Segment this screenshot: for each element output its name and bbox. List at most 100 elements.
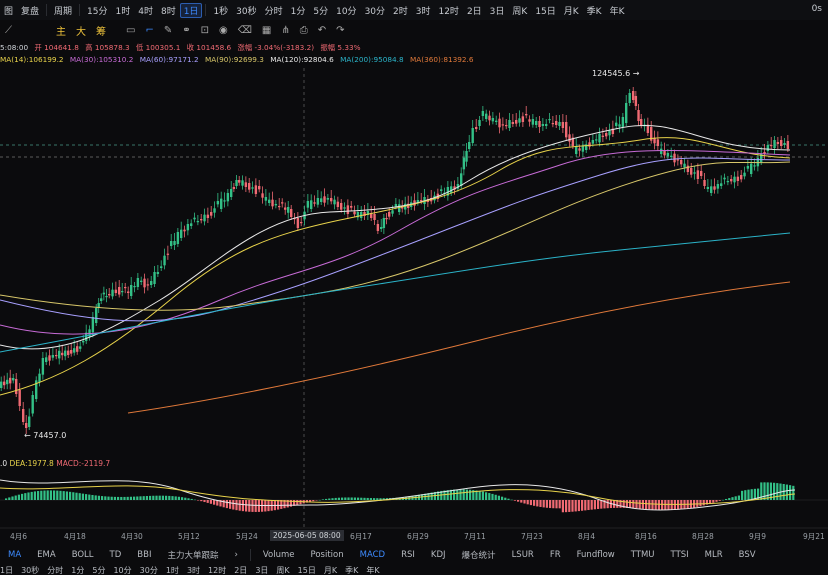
macd-bar	[501, 496, 504, 500]
candle-body	[48, 355, 51, 361]
sub-indicator-6[interactable]: LSUR	[504, 550, 542, 560]
sub-indicator-3[interactable]: RSI	[393, 550, 423, 560]
bottom-period-6[interactable]: 30分	[140, 566, 158, 575]
macd-bar	[222, 500, 225, 508]
candle-body	[551, 123, 555, 125]
bottom-period-1[interactable]: 30秒	[21, 566, 39, 575]
macd-bar	[725, 498, 728, 500]
candle-body	[575, 146, 578, 154]
bottom-period-13[interactable]: 15日	[298, 566, 316, 575]
candle-body	[193, 217, 196, 220]
x-tick: 8月4	[578, 532, 596, 541]
candle-body	[578, 148, 581, 151]
bottom-period-2[interactable]: 分时	[47, 566, 63, 575]
bottom-period-11[interactable]: 3日	[255, 566, 268, 575]
candle-body	[656, 139, 660, 146]
price-chart[interactable]	[0, 0, 828, 575]
candle-body	[223, 200, 226, 202]
bottom-period-10[interactable]: 2日	[234, 566, 247, 575]
macd-bar	[72, 492, 75, 500]
candle-body	[146, 284, 150, 286]
candle-body	[58, 350, 61, 359]
candle-body	[70, 350, 73, 354]
bottom-period-12[interactable]: 周K	[276, 566, 289, 575]
bottom-period-8[interactable]: 3时	[187, 566, 200, 575]
candle-body	[251, 187, 254, 189]
bottom-period-4[interactable]: 5分	[92, 566, 105, 575]
candle-body	[700, 171, 703, 176]
macd-bar	[744, 490, 747, 500]
candle-body	[163, 255, 166, 266]
candle-body	[505, 125, 508, 127]
bottom-period-5[interactable]: 10分	[113, 566, 131, 575]
macd-bar	[645, 500, 648, 510]
bottom-period-0[interactable]: 1日	[0, 566, 13, 575]
macd-bar	[373, 498, 376, 500]
main-indicator-2[interactable]: BOLL	[64, 550, 102, 560]
candle-body	[235, 180, 238, 186]
sub-indicator-0[interactable]: Volume	[255, 550, 303, 560]
bottom-period-9[interactable]: 12时	[208, 566, 226, 575]
candle-body	[690, 168, 693, 175]
macd-bar	[350, 497, 353, 500]
candle-body	[206, 214, 210, 218]
candle-body	[710, 186, 713, 193]
candle-body	[216, 201, 220, 205]
sub-indicator-12[interactable]: BSV	[731, 550, 764, 560]
more-indicators-icon[interactable]: ›	[226, 550, 245, 560]
main-indicator-5[interactable]: 主力大单跟踪	[159, 549, 226, 561]
candle-body	[140, 280, 143, 282]
ma30-line	[0, 137, 791, 396]
bottom-period-16[interactable]: 年K	[366, 566, 379, 575]
macd-bar	[59, 490, 62, 500]
candle-body	[670, 155, 673, 157]
sub-indicator-10[interactable]: TTSI	[663, 550, 697, 560]
bottom-period-3[interactable]: 1分	[71, 566, 84, 575]
bottom-period-7[interactable]: 1时	[166, 566, 179, 575]
macd-bar	[488, 493, 491, 500]
macd-bar	[552, 500, 555, 509]
macd-bar	[296, 500, 299, 506]
sub-indicator-4[interactable]: KDJ	[423, 550, 454, 560]
sub-indicator-9[interactable]: TTMU	[623, 550, 663, 560]
main-indicator-1[interactable]: EMA	[29, 550, 64, 560]
macd-bar	[11, 496, 14, 500]
bottom-period-bar: 1日 30秒 分时 1分 5分 10分 30分 1时 3时 12时 2日 3日 周K 15日 月K 季K 年K	[0, 565, 828, 575]
bottom-period-14[interactable]: 月K	[324, 566, 337, 575]
sub-indicator-2[interactable]: MACD	[352, 550, 393, 560]
macd-bar	[158, 495, 161, 500]
macd-bar	[565, 500, 568, 513]
candle-body	[528, 119, 531, 122]
macd-bar	[46, 490, 49, 500]
main-indicator-0[interactable]: MA	[0, 550, 29, 560]
candle-body	[264, 197, 268, 201]
macd-bar	[635, 500, 638, 509]
macd-bar	[337, 497, 340, 500]
macd-bar	[584, 500, 587, 511]
macd-bar	[449, 489, 452, 500]
macd-bar	[702, 500, 705, 506]
bottom-period-15[interactable]: 季K	[345, 566, 358, 575]
macd-bar	[741, 490, 744, 500]
candle-body	[313, 202, 316, 204]
candle-body	[726, 181, 730, 183]
main-indicator-4[interactable]: BBI	[129, 550, 159, 560]
sub-indicator-11[interactable]: MLR	[697, 550, 731, 560]
macd-bar	[536, 500, 539, 507]
sub-indicator-8[interactable]: Fundflow	[569, 550, 623, 560]
sub-indicator-5[interactable]: 爆仓统计	[454, 549, 504, 561]
main-indicator-3[interactable]: TD	[102, 550, 130, 560]
candle-body	[591, 140, 595, 144]
macd-bar	[456, 489, 459, 500]
macd-bar	[200, 500, 203, 502]
macd-bar	[161, 495, 164, 500]
sub-indicator-7[interactable]: FR	[542, 550, 569, 560]
candle-body	[176, 232, 180, 244]
candle-body	[545, 124, 548, 126]
macd-bar	[545, 500, 548, 508]
macd-info: .0 DEA:1977.8 MACD:-2119.7	[0, 459, 110, 468]
candle-body	[100, 298, 103, 301]
macd-bar	[8, 497, 11, 500]
sub-indicator-1[interactable]: Position	[303, 550, 352, 560]
candle-body	[680, 160, 683, 165]
